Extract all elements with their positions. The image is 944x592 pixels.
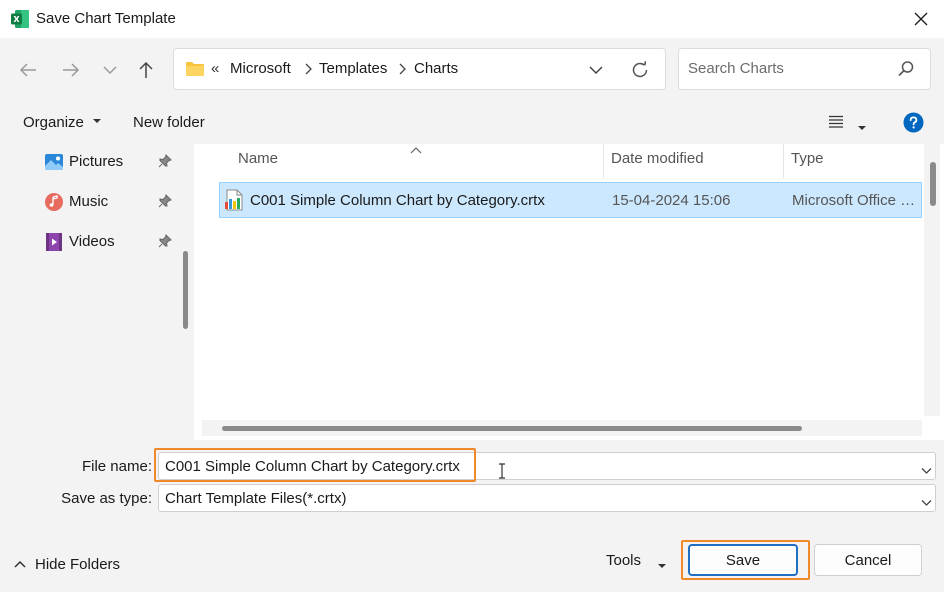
nav-item-label: Videos (69, 233, 115, 250)
command-bar: Organize New folder (0, 100, 944, 144)
nav-item-label: Music (69, 193, 109, 210)
file-list: Name Date modified Type C001 Simple Colu… (196, 144, 944, 440)
column-divider[interactable] (783, 144, 784, 178)
navigation-bar: « Microsoft Templates Charts (0, 38, 944, 100)
music-icon (44, 192, 64, 212)
vertical-scroll-thumb[interactable] (930, 162, 936, 206)
back-button[interactable] (14, 56, 42, 84)
address-bar[interactable]: « Microsoft Templates Charts (173, 48, 666, 90)
save-as-type-dropdown-button[interactable] (921, 494, 932, 511)
type-cell: Microsoft Office C... (792, 192, 922, 209)
caret-down-icon (858, 126, 866, 130)
breadcrumb-charts[interactable]: Charts (414, 60, 458, 77)
cancel-button[interactable]: Cancel (814, 544, 922, 576)
arrow-left-icon (19, 63, 36, 77)
horizontal-scrollbar[interactable] (202, 420, 922, 436)
nav-item-videos[interactable]: Videos (44, 230, 184, 254)
nav-item-label: Pictures (69, 153, 124, 170)
hide-folders-label: Hide Folders (35, 556, 121, 573)
chevron-right-icon (304, 61, 314, 77)
caret-down-icon (658, 564, 666, 568)
save-as-type-select[interactable]: Chart Template Files(*.crtx) (158, 484, 936, 512)
save-button[interactable]: Save (688, 544, 798, 576)
column-header-name[interactable]: Name (238, 150, 278, 167)
file-name-cell: C001 Simple Column Chart by Category.crt… (250, 192, 545, 209)
title-bar: Save Chart Template (0, 0, 944, 38)
address-dropdown-button[interactable] (585, 60, 607, 80)
close-icon (914, 12, 928, 26)
chevron-down-icon (921, 500, 932, 506)
forward-button[interactable] (57, 56, 85, 84)
search-icon[interactable] (897, 60, 915, 82)
search-input[interactable] (688, 60, 888, 77)
chevron-down-icon (589, 66, 603, 75)
pin-icon[interactable] (158, 154, 172, 172)
sort-ascending-icon (410, 142, 422, 159)
save-as-type-label: Save as type: (61, 490, 152, 507)
organize-menu-button[interactable]: Organize (23, 114, 102, 131)
save-form: File name: C001 Simple Column Chart by C… (0, 440, 944, 592)
nav-item-pictures[interactable]: Pictures (44, 150, 184, 174)
folder-icon (185, 60, 205, 82)
chevron-up-icon (14, 560, 26, 568)
organize-label: Organize (23, 114, 84, 131)
content-area: Pictures Music Videos Name Date modified… (0, 144, 944, 440)
help-button[interactable] (903, 112, 924, 137)
details-view-icon (829, 115, 843, 128)
nav-item-music[interactable]: Music (44, 190, 184, 214)
column-header-type[interactable]: Type (791, 150, 824, 167)
arrow-up-icon (139, 61, 153, 78)
breadcrumb-microsoft[interactable]: Microsoft (230, 60, 291, 77)
refresh-button[interactable] (629, 59, 651, 81)
file-name-dropdown-button[interactable] (921, 462, 932, 479)
pictures-icon (44, 152, 64, 172)
caret-down-icon (93, 119, 102, 123)
file-name-highlight (154, 448, 476, 482)
help-icon (903, 112, 924, 133)
address-overflow-chevron[interactable]: « (211, 60, 219, 77)
recent-locations-button[interactable] (96, 56, 124, 84)
new-folder-button[interactable]: New folder (133, 114, 205, 131)
videos-icon (44, 232, 64, 252)
tools-menu-button[interactable]: Tools (606, 552, 641, 569)
view-dropdown-button[interactable] (857, 119, 867, 136)
navigation-pane: Pictures Music Videos (0, 144, 194, 440)
nav-pane-scrollbar[interactable] (183, 251, 188, 329)
arrow-right-icon (63, 63, 80, 77)
breadcrumb-templates[interactable]: Templates (319, 60, 387, 77)
window-title: Save Chart Template (36, 10, 176, 27)
text-cursor-icon (498, 463, 506, 483)
date-modified-cell: 15-04-2024 15:06 (612, 192, 731, 209)
refresh-icon (632, 61, 648, 78)
tools-dropdown-button[interactable] (657, 557, 667, 574)
column-header-date-modified[interactable]: Date modified (611, 150, 704, 167)
chevron-right-icon (398, 61, 408, 77)
chevron-down-icon (103, 66, 117, 75)
search-box[interactable] (678, 48, 931, 90)
close-button[interactable] (904, 4, 938, 34)
save-as-type-value: Chart Template Files(*.crtx) (165, 490, 347, 507)
horizontal-scroll-thumb[interactable] (222, 426, 802, 431)
up-button[interactable] (132, 56, 160, 84)
chevron-down-icon (921, 468, 932, 474)
view-options-button[interactable] (828, 115, 844, 133)
pin-icon[interactable] (158, 234, 172, 252)
table-row[interactable]: C001 Simple Column Chart by Category.crt… (219, 182, 922, 218)
excel-app-icon (10, 9, 30, 29)
chart-template-file-icon (224, 189, 244, 215)
file-name-label: File name: (81, 458, 152, 475)
column-divider[interactable] (603, 144, 604, 178)
vertical-scrollbar[interactable] (924, 144, 940, 416)
pin-icon[interactable] (158, 194, 172, 212)
